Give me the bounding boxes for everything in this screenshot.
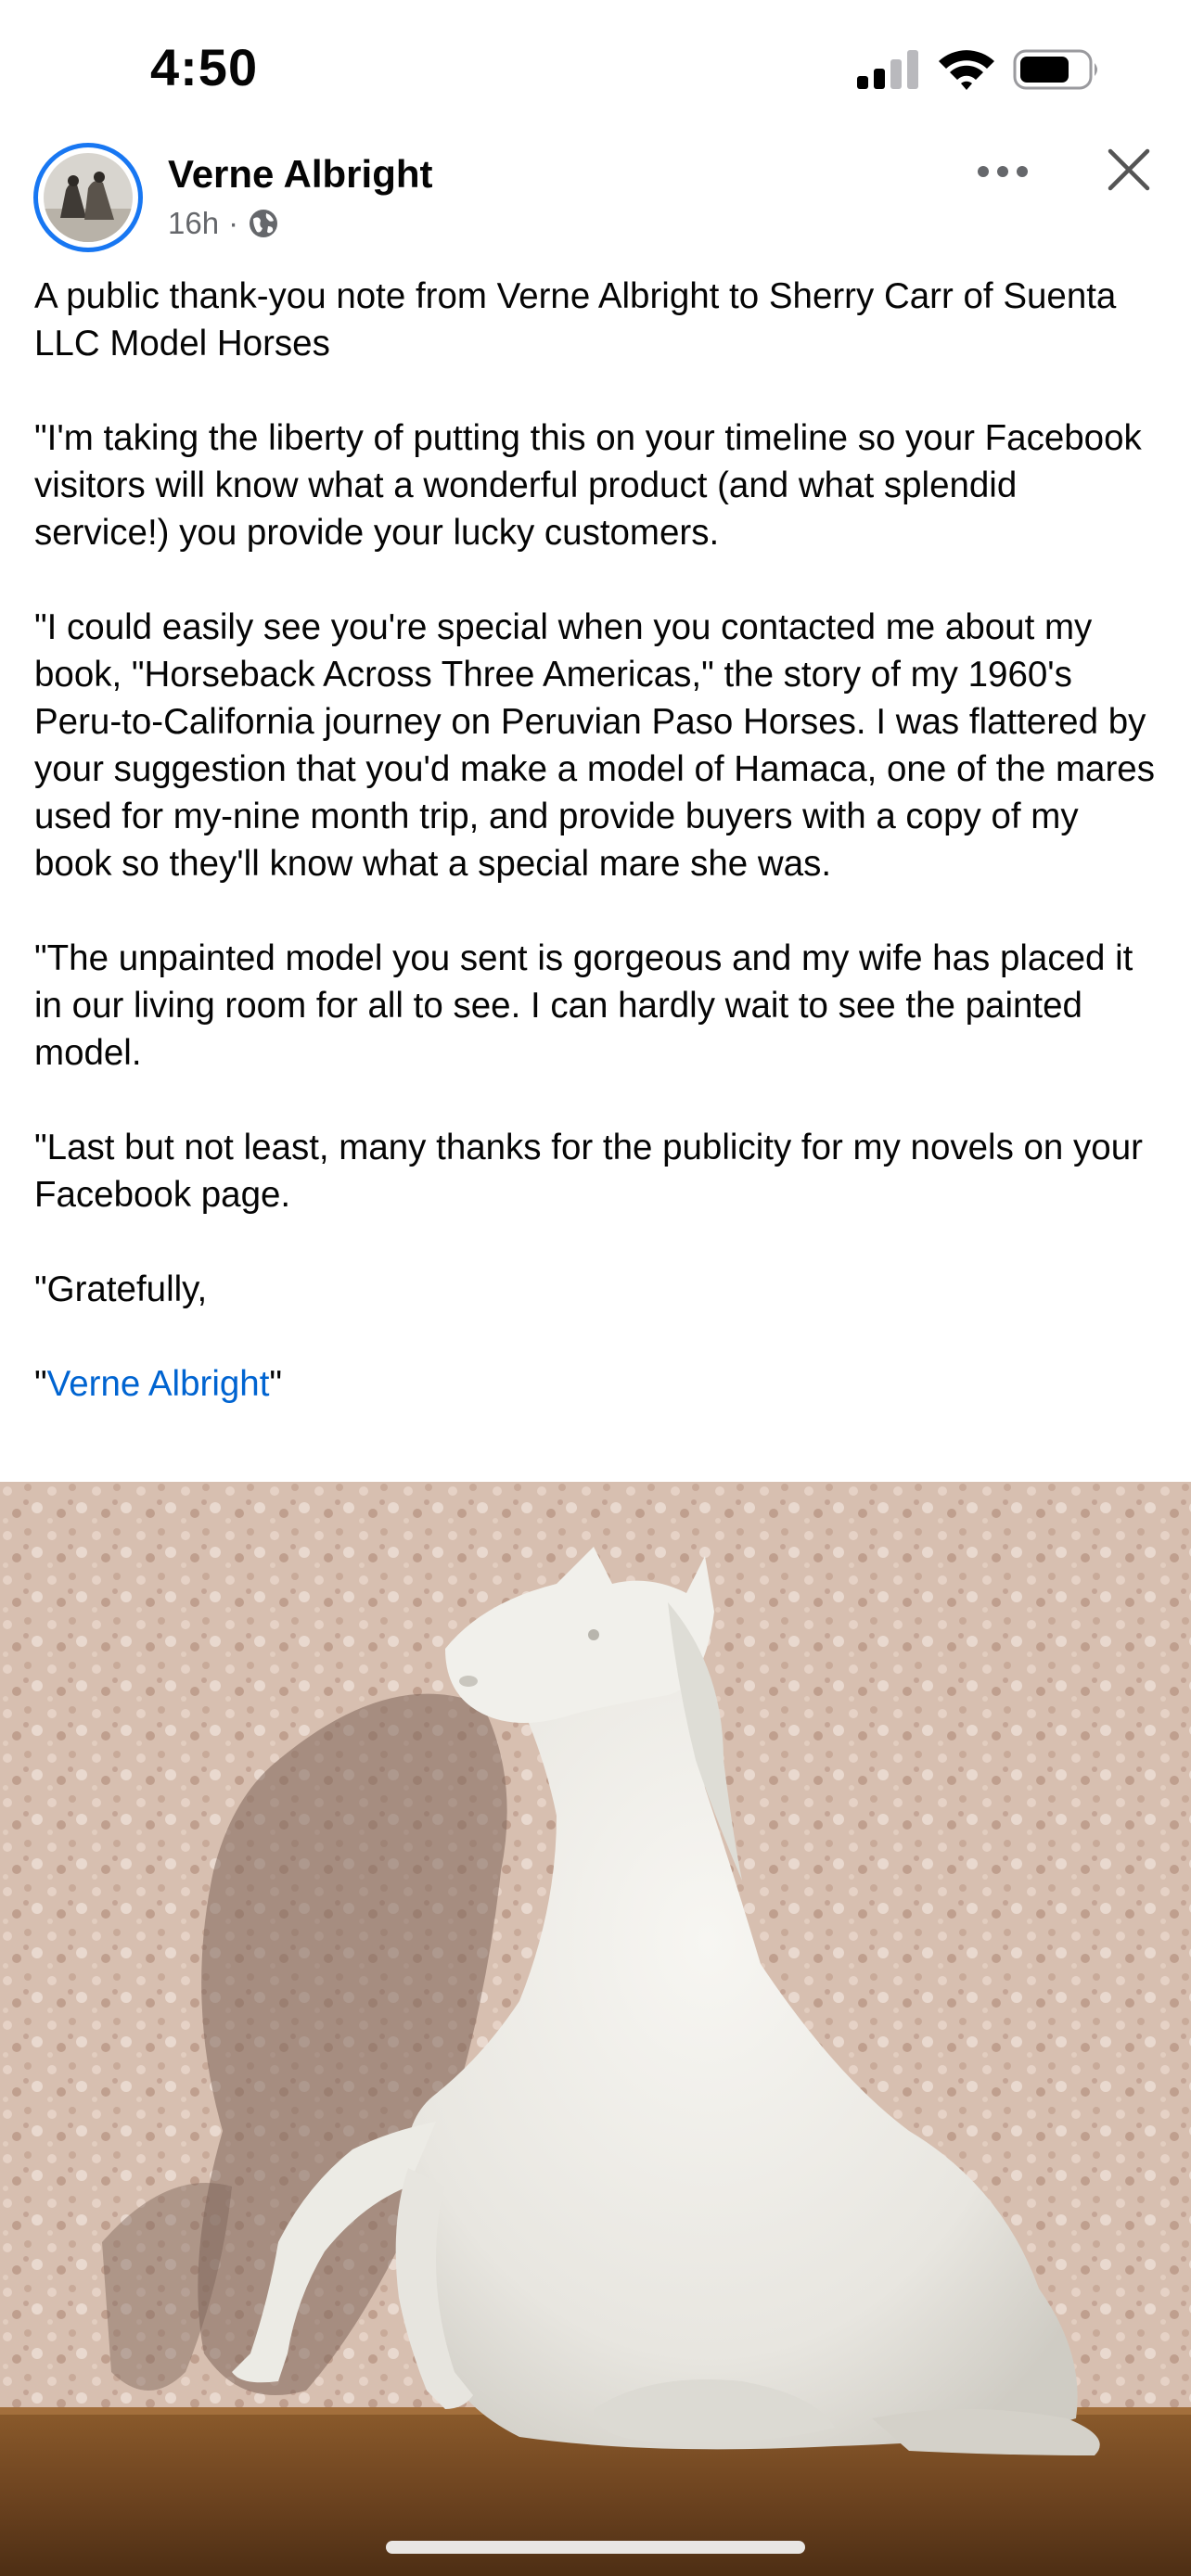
wifi-icon	[939, 50, 994, 90]
signature-open-quote: "	[34, 1364, 47, 1404]
post-signature: "Verne Albright"	[34, 1360, 1161, 1408]
post-paragraph: "I could easily see you're special when …	[34, 607, 1155, 884]
author-avatar[interactable]	[33, 143, 143, 252]
post-body: A public thank-you note from Verne Albri…	[34, 273, 1161, 1408]
meta-separator: ·	[228, 206, 239, 240]
post-paragraph: "Gratefully,	[34, 1269, 208, 1309]
status-time: 4:50	[150, 38, 259, 96]
post-paragraph: "I'm taking the liberty of putting this …	[34, 418, 1142, 553]
home-indicator[interactable]	[386, 2541, 805, 2554]
post-timestamp[interactable]: 16h	[168, 206, 219, 241]
author-name[interactable]: Verne Albright	[168, 152, 433, 197]
status-bar: 4:50	[0, 0, 1191, 139]
close-icon[interactable]	[1106, 147, 1152, 193]
post-paragraph: "The unpainted model you sent is gorgeou…	[34, 938, 1133, 1073]
globe-icon	[250, 210, 278, 237]
cellular-signal-icon	[857, 50, 918, 89]
avatar-photo	[44, 153, 133, 242]
post-paragraph: "Last but not least, many thanks for the…	[34, 1128, 1143, 1215]
post-meta: 16h ·	[168, 206, 279, 241]
horse-model-photo	[0, 1482, 1191, 2576]
post-photo[interactable]	[0, 1482, 1191, 2576]
more-options-icon[interactable]	[978, 156, 1037, 187]
post-paragraph: A public thank-you note from Verne Albri…	[34, 276, 1117, 363]
signature-profile-link[interactable]: Verne Albright	[47, 1364, 270, 1404]
signature-close-quote: "	[269, 1364, 283, 1404]
battery-icon	[1013, 49, 1097, 90]
